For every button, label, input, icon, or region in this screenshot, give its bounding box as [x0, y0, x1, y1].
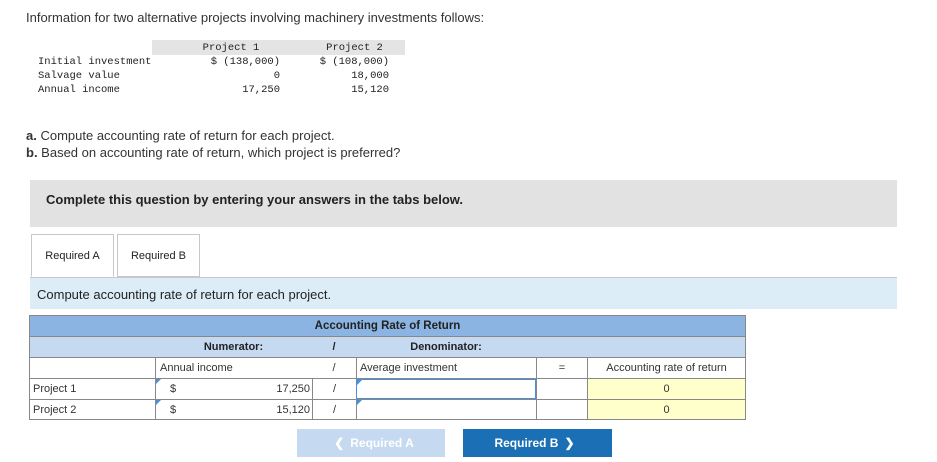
numerator-input-project-2[interactable]: 15,120 [190, 400, 312, 419]
arr-label-row: Annual income / Average investment = Acc… [30, 357, 745, 378]
info-value-p1: 17,250 [242, 84, 280, 96]
result-label: Accounting rate of return [587, 358, 745, 378]
numerator-input-project-1[interactable]: 17,250 [190, 379, 312, 399]
question-b-text: Based on accounting rate of return, whic… [37, 145, 401, 160]
info-label: Initial investment [38, 56, 152, 68]
denominator-label: Average investment [356, 358, 536, 378]
denominator-input-project-2[interactable] [356, 400, 536, 419]
arr-row-project-2: Project 2 $ 15,120 / 0 [30, 399, 745, 419]
input-marker-icon [357, 380, 362, 385]
question-a: a. Compute accounting rate of return for… [26, 128, 335, 143]
arr-table: Accounting Rate of Return Numerator: / D… [29, 315, 746, 420]
prompt-text: Compute accounting rate of return for ea… [37, 287, 332, 302]
info-header-project-2: Project 2 [326, 41, 383, 54]
currency-symbol: $ [170, 383, 177, 395]
next-required-b-button[interactable]: Required B ❯ [463, 429, 612, 457]
project-1-label: Project 1 [33, 383, 77, 395]
equals-blank [536, 379, 587, 399]
denominator-input-project-1[interactable] [356, 379, 536, 399]
question-b: b. Based on accounting rate of return, w… [26, 145, 400, 160]
prompt-bar: Compute accounting rate of return for ea… [30, 278, 897, 309]
info-value-p2: 18,000 [351, 70, 389, 82]
arr-title-row: Accounting Rate of Return [30, 316, 745, 336]
arr-title: Accounting Rate of Return [314, 320, 461, 332]
info-label: Salvage value [38, 70, 120, 82]
numerator-label: Annual income [155, 358, 312, 378]
next-button-label: Required B [494, 436, 559, 450]
instruction-banner-text: Complete this question by entering your … [46, 192, 464, 207]
prev-required-a-button[interactable]: ❮ Required A [297, 429, 445, 457]
info-value-p2: $ (108,000) [319, 56, 389, 68]
instruction-banner: Complete this question by entering your … [30, 180, 897, 227]
slash-label: / [332, 362, 336, 374]
tab-required-a[interactable]: Required A [31, 234, 114, 277]
tab-required-b[interactable]: Required B [117, 234, 200, 277]
equals-sign: = [536, 358, 587, 378]
info-value-p2: 15,120 [351, 84, 389, 96]
arr-header-row: Numerator: / Denominator: [30, 336, 745, 357]
input-marker-icon [156, 379, 161, 384]
project-2-label: Project 2 [33, 403, 77, 416]
info-value-p1: 0 [273, 70, 280, 82]
slash-header: / [332, 341, 336, 353]
chevron-left-icon: ❮ [334, 436, 345, 450]
prev-button-label: Required A [350, 436, 414, 450]
numerator-header: Numerator: [203, 341, 264, 353]
info-row-annual-income: Annual income 17,250 15,120 [32, 83, 405, 97]
denominator-header: Denominator: [410, 341, 482, 353]
question-b-prefix: b. [26, 145, 38, 160]
result-project-1: 0 [587, 379, 745, 399]
slash-project-2: / [312, 400, 356, 419]
input-marker-icon [156, 400, 161, 405]
info-header-blank [32, 40, 152, 55]
intro-text: Information for two alternative projects… [26, 10, 485, 25]
info-header-project-1: Project 1 [202, 41, 260, 54]
arr-row-project-1: Project 1 $ 17,250 / 0 [30, 378, 745, 399]
result-project-2: 0 [587, 400, 745, 419]
info-table-header: Project 1 Project 2 [32, 40, 405, 55]
equals-blank [536, 400, 587, 419]
input-marker-icon [357, 400, 362, 405]
info-value-p1: $ (138,000) [210, 56, 280, 68]
info-row-salvage-value: Salvage value 0 18,000 [32, 69, 405, 83]
project-info-table: Project 1 Project 2 Initial investment $… [32, 40, 405, 97]
currency-symbol: $ [170, 403, 177, 416]
question-a-text: Compute accounting rate of return for ea… [36, 128, 335, 143]
info-row-initial-investment: Initial investment $ (138,000) $ (108,00… [32, 55, 405, 69]
slash-project-1: / [312, 379, 356, 399]
chevron-right-icon: ❯ [564, 436, 575, 450]
info-label: Annual income [38, 84, 120, 96]
question-a-prefix: a. [26, 128, 37, 143]
